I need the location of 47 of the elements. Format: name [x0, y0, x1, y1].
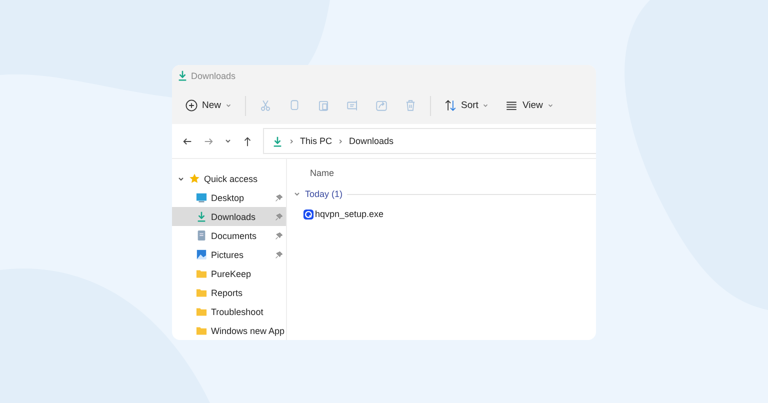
sidebar-item[interactable]: PureKeep [172, 264, 286, 283]
download-icon [272, 136, 283, 147]
download-icon [196, 211, 207, 222]
folder-icon [196, 287, 207, 298]
desktop-icon [196, 192, 207, 203]
download-icon [177, 70, 188, 82]
plus-circle-icon [185, 99, 198, 112]
chevron-right-icon [337, 138, 344, 145]
list-lines-icon [505, 99, 518, 112]
group-label[interactable]: Today (1) [305, 189, 343, 199]
folder-icon [196, 306, 207, 317]
quick-access-label[interactable]: Quick access [204, 174, 258, 184]
chevron-icon[interactable] [293, 190, 301, 198]
view-button[interactable]: View [498, 92, 561, 119]
app-icon [303, 208, 314, 220]
sidebar-item[interactable]: Reports [172, 283, 286, 302]
star-icon [189, 173, 200, 184]
sidebar-item[interactable]: Documents [172, 226, 286, 245]
chevron-right-icon [288, 138, 295, 145]
breadcrumb-item[interactable]: This PC [300, 136, 332, 146]
column-header[interactable]: Name [310, 168, 334, 178]
picture-icon [196, 249, 207, 260]
sidebar-item[interactable]: Downloads [172, 207, 286, 226]
back-arrow-icon[interactable] [182, 136, 193, 147]
forward-arrow-icon[interactable] [203, 136, 214, 147]
rename-icon [346, 99, 360, 112]
sort-arrows-icon [444, 99, 458, 112]
sort-button[interactable]: Sort [437, 92, 496, 119]
share-icon [375, 99, 388, 112]
window-title: Downloads [191, 70, 236, 81]
document-icon [196, 230, 207, 241]
address-bar[interactable]: This PC Downloads [263, 128, 596, 154]
new-button[interactable]: New [178, 92, 240, 119]
up-arrow-icon[interactable] [242, 136, 253, 147]
chevron-icon[interactable] [177, 174, 185, 182]
breadcrumb-item[interactable]: Downloads [349, 136, 394, 146]
sidebar-item[interactable]: Desktop [172, 188, 286, 207]
folder-icon [196, 325, 207, 336]
file-name[interactable]: hqvpn_setup.exe [315, 209, 384, 219]
sidebar-item[interactable]: Pictures [172, 245, 286, 264]
sidebar-item[interactable]: Troubleshoot [172, 302, 286, 321]
scissors-icon [259, 99, 272, 112]
folder-icon [196, 268, 207, 279]
sidebar-item[interactable]: Windows new App [172, 321, 286, 340]
chevron-down-icon[interactable] [224, 137, 232, 146]
paste-icon [317, 99, 330, 112]
trash-icon [404, 99, 418, 112]
